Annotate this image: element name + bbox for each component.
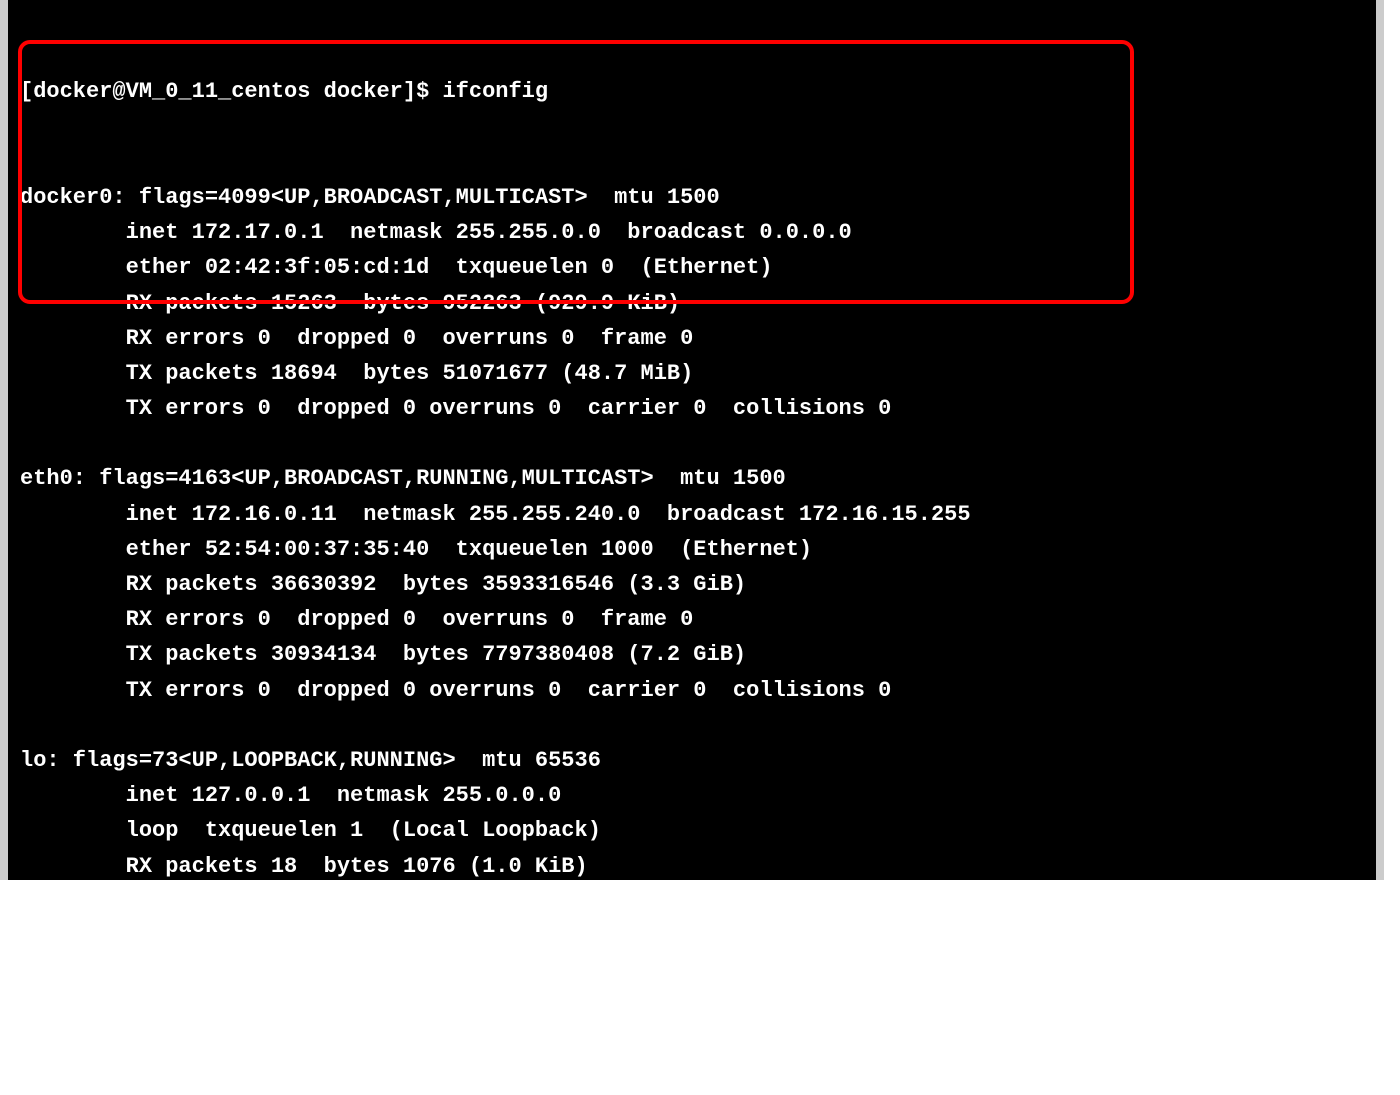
blank-line	[8, 989, 1376, 1024]
output-line: TX errors 0 dropped 0 overruns 0 carrier…	[8, 391, 1376, 426]
prompt-text: [docker@VM_0_11_centos docker]$ ifconfig	[20, 79, 548, 104]
output-line: lo: flags=73<UP,LOOPBACK,RUNNING> mtu 65…	[8, 743, 1376, 778]
output-line: ether 52:54:00:37:35:40 txqueuelen 1000 …	[8, 532, 1376, 567]
output-line: RX packets 18 bytes 1076 (1.0 KiB)	[8, 849, 1376, 884]
output-line: RX errors 0 dropped 0 overruns 0 frame 0	[8, 321, 1376, 356]
output-line: eth0: flags=4163<UP,BROADCAST,RUNNING,MU…	[8, 461, 1376, 496]
output-line: ether 02:42:3f:05:cd:1d txqueuelen 0 (Et…	[8, 250, 1376, 285]
output-line: TX packets 18694 bytes 51071677 (48.7 Mi…	[8, 356, 1376, 391]
output-line: docker0: flags=4099<UP,BROADCAST,MULTICA…	[8, 180, 1376, 215]
output-line: loop txqueuelen 1 (Local Loopback)	[8, 813, 1376, 848]
output-line: RX errors 0 dropped 0 overruns 0 frame 0	[8, 602, 1376, 637]
output-line: RX packets 36630392 bytes 3593316546 (3.…	[8, 567, 1376, 602]
output-line: inet 172.16.0.11 netmask 255.255.240.0 b…	[8, 497, 1376, 532]
output-line: inet 127.0.0.1 netmask 255.0.0.0	[8, 778, 1376, 813]
terminal-output: docker0: flags=4099<UP,BROADCAST,MULTICA…	[8, 180, 1376, 1025]
output-line: TX errors 0 dropped 0 overruns 0 carrier…	[8, 673, 1376, 708]
output-line: TX packets 30934134 bytes 7797380408 (7.…	[8, 637, 1376, 672]
output-line: TX packets 18 bytes 1076 (1.0 KiB)	[8, 919, 1376, 954]
prompt-line: [docker@VM_0_11_centos docker]$ ifconfig	[8, 74, 1376, 109]
output-line: TX errors 0 dropped 0 overruns 0 carrier…	[8, 954, 1376, 989]
terminal-window[interactable]: [docker@VM_0_11_centos docker]$ ifconfig…	[0, 0, 1384, 880]
output-line: RX packets 15263 bytes 952263 (929.9 KiB…	[8, 286, 1376, 321]
blank-line	[8, 708, 1376, 743]
output-line: RX errors 0 dropped 0 overruns 0 frame 0	[8, 884, 1376, 919]
output-line: inet 172.17.0.1 netmask 255.255.0.0 broa…	[8, 215, 1376, 250]
blank-line	[8, 426, 1376, 461]
